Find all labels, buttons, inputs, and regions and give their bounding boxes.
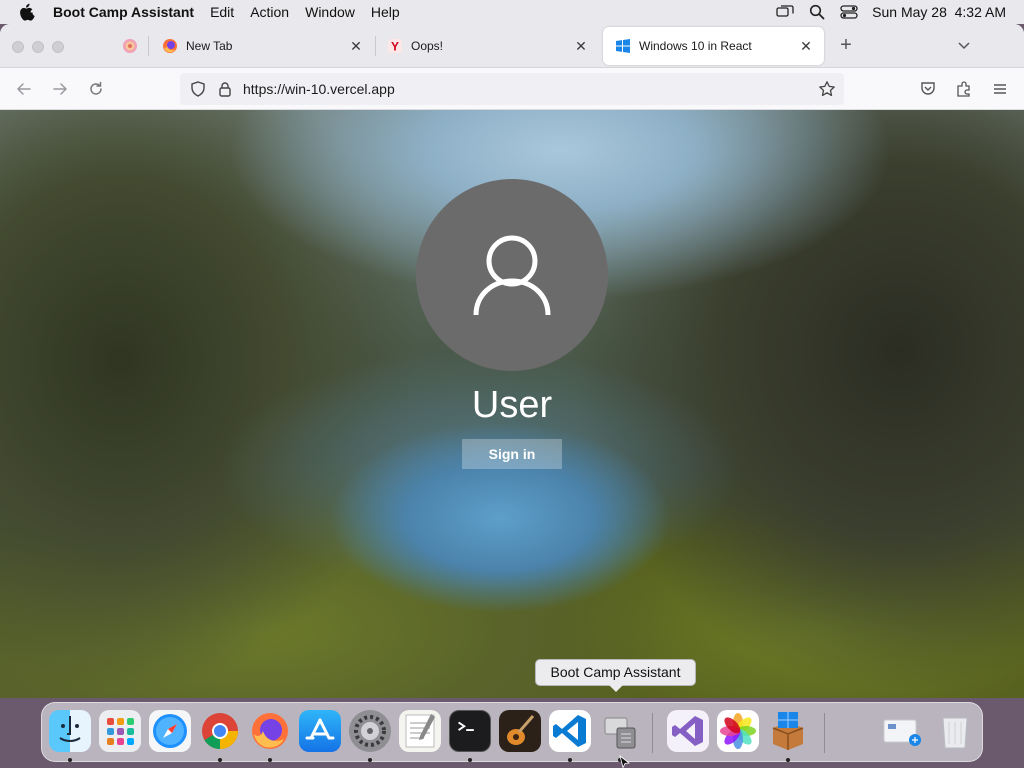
tab-title: New Tab [186,39,233,53]
tab-title: Oops! [411,39,444,53]
visual-studio-icon[interactable] [667,710,709,752]
menu-bar: Boot Camp Assistant Edit Action Window H… [0,0,1024,24]
running-indicator [368,758,372,762]
control-center-icon[interactable] [840,3,858,21]
close-tab-icon[interactable]: ✕ [798,38,814,54]
menu-window[interactable]: Window [305,4,355,20]
dock [41,702,983,762]
sign-in-button[interactable]: Sign in [462,439,562,469]
windows-login-screen: User Sign in [0,110,1024,698]
back-arrow-icon[interactable] [14,79,34,99]
hamburger-menu-icon[interactable] [990,79,1010,99]
garageband-guitar-icon[interactable] [499,710,541,752]
terminal-icon[interactable] [449,710,491,752]
menu-action[interactable]: Action [250,4,289,20]
url-bar[interactable]: https://win-10.vercel.app [180,73,844,105]
apple-icon[interactable] [18,0,36,24]
menubar-clock[interactable]: Sun May 28 4:32 AM [872,4,1006,20]
launchpad-icon[interactable] [99,710,141,752]
extensions-puzzle-icon[interactable] [954,79,974,99]
finder-icon[interactable] [49,710,91,752]
dock-separator [824,713,825,753]
running-indicator [468,758,472,762]
running-indicator [268,758,272,762]
windows-installer-box-icon[interactable] [767,710,809,752]
tracking-protection-shield-icon[interactable] [189,80,207,98]
tab-title: Windows 10 in React [639,39,752,53]
navigation-toolbar: https://win-10.vercel.app [0,68,1024,110]
chrome-icon[interactable] [199,710,241,752]
svg-text:Y: Y [391,40,399,54]
running-indicator [786,758,790,762]
spotlight-search-icon[interactable] [808,3,826,21]
yahoo-icon: Y [388,39,402,54]
tab-new-tab[interactable]: New Tab ✕ [150,27,374,65]
reload-icon[interactable] [86,79,106,99]
menu-edit[interactable]: Edit [210,4,234,20]
browser-window: New Tab ✕ Y Oops! ✕ Windows 10 in React … [0,24,1024,698]
system-preferences-gear-icon[interactable] [349,710,391,752]
firefox-view-icon [123,39,137,53]
close-window-button[interactable] [12,41,24,53]
running-indicator [218,758,222,762]
list-all-tabs-chevron-icon[interactable] [955,36,973,54]
tab-bar: New Tab ✕ Y Oops! ✕ Windows 10 in React … [0,24,1024,68]
menu-help[interactable]: Help [371,4,400,20]
running-indicator [568,758,572,762]
dock-tooltip-arrow [609,685,623,692]
safari-icon[interactable] [149,710,191,752]
close-tab-icon[interactable]: ✕ [573,38,589,54]
tab-windows-10-react[interactable]: Windows 10 in React ✕ [603,27,824,65]
zoom-window-button[interactable] [52,41,64,53]
minimize-window-button[interactable] [32,41,44,53]
bookmark-star-icon[interactable] [818,80,836,98]
new-tab-plus-icon[interactable]: + [836,35,856,55]
trash-icon[interactable] [934,710,976,752]
downloads-stack-icon[interactable] [882,710,924,752]
user-avatar [416,179,608,371]
user-icon [473,235,551,316]
screen-mirroring-icon[interactable] [776,3,794,21]
textedit-icon[interactable] [399,710,441,752]
tab-separator [148,36,149,56]
boot-camp-assistant-icon[interactable] [599,710,641,752]
dock-separator [652,713,653,753]
firefox-icon[interactable] [249,710,291,752]
close-tab-icon[interactable]: ✕ [348,38,364,54]
tab-firefox-view[interactable] [110,27,146,65]
mouse-cursor-icon [619,754,631,768]
pocket-icon[interactable] [918,79,938,99]
forward-arrow-icon[interactable] [50,79,70,99]
vscode-icon[interactable] [549,710,591,752]
dock-tooltip: Boot Camp Assistant [535,659,696,686]
windows-icon [616,39,630,53]
running-indicator [68,758,72,762]
firefox-icon [163,39,177,53]
url-text[interactable]: https://win-10.vercel.app [243,81,395,97]
menu-app-name[interactable]: Boot Camp Assistant [53,4,194,20]
tab-oops[interactable]: Y Oops! ✕ [375,27,599,65]
username-label: User [471,384,553,426]
lock-icon[interactable] [216,80,234,98]
app-store-icon[interactable] [299,710,341,752]
photos-icon[interactable] [717,710,759,752]
